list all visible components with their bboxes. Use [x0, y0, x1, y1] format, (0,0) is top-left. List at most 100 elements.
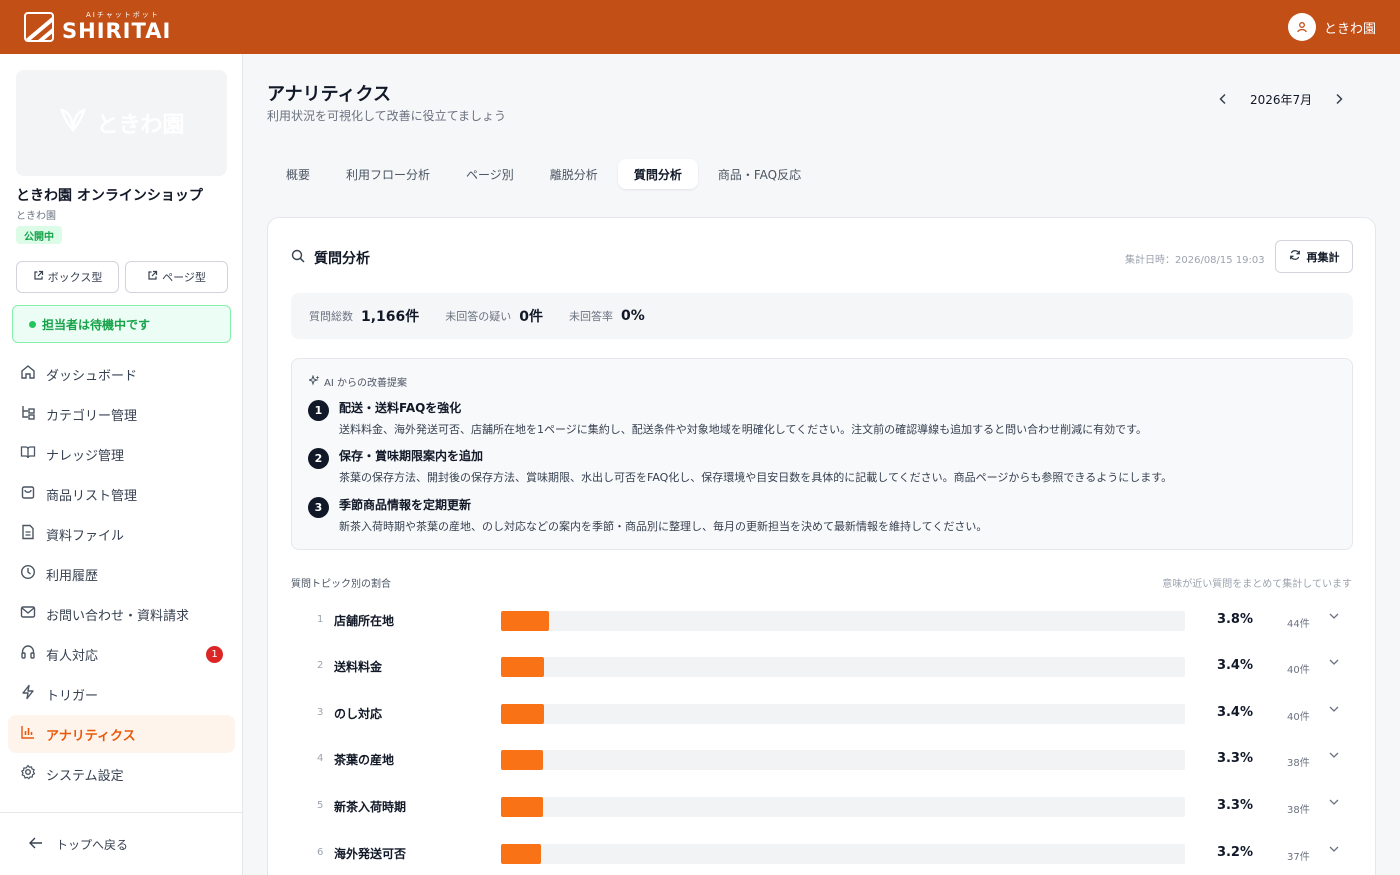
- tab-question-analysis[interactable]: 質問分析: [617, 159, 698, 189]
- chevron-down-icon[interactable]: [1329, 795, 1339, 810]
- chevron-right-icon[interactable]: [1334, 90, 1344, 109]
- file-icon: [20, 524, 36, 544]
- stats-bar: 質問総数 1,166件 未回答の疑い 0件 未回答率 0%: [291, 293, 1353, 339]
- box-type-label: ボックス型: [47, 271, 103, 284]
- topic-rank: 4: [317, 753, 324, 764]
- leaf-logo-icon: [58, 106, 88, 141]
- stat-suspected-unanswered: 未回答の疑い 0件: [445, 306, 543, 326]
- refresh-icon: [1289, 249, 1301, 264]
- topic-row[interactable]: 3 のし対応 3.4% 40件: [291, 702, 1353, 726]
- topic-count: 44件: [1287, 619, 1310, 630]
- analytics-tabs: 概要 利用フロー分析 ページ別 離脱分析 質問分析 商品・FAQ反応: [270, 159, 817, 189]
- sidebar-nav: ダッシュボード カテゴリー管理 ナレッジ管理 商品リスト管理 資料ファイル 利用…: [8, 355, 235, 795]
- sidebar-item-analytics[interactable]: アナリティクス: [8, 715, 235, 753]
- sidebar-item-dashboard[interactable]: ダッシュボード: [8, 355, 235, 393]
- topic-bar-track: [501, 844, 1185, 864]
- aggregation-timestamp: 集計日時：2026/08/15 19:03: [1125, 255, 1265, 266]
- recalculate-button[interactable]: 再集計: [1275, 240, 1353, 273]
- logo[interactable]: AIチャットボット SHIRITAI: [24, 12, 171, 42]
- chevron-down-icon[interactable]: [1329, 702, 1339, 717]
- stat-unanswered-rate: 未回答率 0%: [569, 308, 645, 324]
- topic-row[interactable]: 1 店舗所在地 3.8% 44件: [291, 609, 1353, 633]
- sidebar: ときわ園 ときわ園 オンラインショップ ときわ園 公開中 ボックス型 ページ型 …: [0, 54, 243, 875]
- topic-section-title: 質問トピック別の割合: [291, 579, 391, 590]
- external-link-icon: [33, 270, 44, 284]
- topic-name: 店舗所在地: [334, 614, 395, 628]
- chevron-down-icon[interactable]: [1329, 655, 1339, 670]
- tab-flow-analysis[interactable]: 利用フロー分析: [330, 159, 446, 189]
- chevron-down-icon[interactable]: [1329, 748, 1339, 763]
- topic-row[interactable]: 2 送料料金 3.4% 40件: [291, 655, 1353, 679]
- topic-bar-fill: [501, 657, 544, 677]
- page-title: アナリティクス: [267, 84, 392, 105]
- stat-value: 0件: [519, 309, 544, 325]
- topic-bar-track: [501, 657, 1185, 677]
- topic-percentage: 3.4%: [1216, 658, 1253, 673]
- topic-bar-fill: [501, 797, 543, 817]
- topic-rank: 6: [317, 847, 324, 858]
- page-subtitle: 利用状況を可視化して改善に役立てましょう: [267, 109, 507, 123]
- clock-icon: [20, 564, 36, 584]
- topic-count: 40件: [1287, 712, 1310, 723]
- sidebar-item-live-support[interactable]: 有人対応 1: [8, 635, 235, 673]
- page-type-label: ページ型: [162, 271, 206, 284]
- top-bar: AIチャットボット SHIRITAI ときわ園: [0, 0, 1400, 54]
- sidebar-item-files[interactable]: 資料ファイル: [8, 515, 235, 553]
- current-month: 2026年7月: [1250, 93, 1313, 107]
- chevron-left-icon[interactable]: [1218, 90, 1228, 109]
- topic-percentage: 3.8%: [1216, 612, 1253, 627]
- sparkle-icon: [307, 373, 320, 389]
- sidebar-item-inquiries[interactable]: お問い合わせ・資料請求: [8, 595, 235, 633]
- tab-product-faq-reaction[interactable]: 商品・FAQ反応: [702, 159, 817, 189]
- shop-subtitle: ときわ園: [16, 211, 56, 222]
- chart-icon: [20, 724, 36, 744]
- user-menu[interactable]: ときわ園: [1287, 13, 1376, 41]
- sidebar-item-categories[interactable]: カテゴリー管理: [8, 395, 235, 433]
- sidebar-item-knowledge[interactable]: ナレッジ管理: [8, 435, 235, 473]
- user-icon: [1287, 13, 1316, 41]
- page-type-button[interactable]: ページ型: [125, 261, 228, 293]
- topic-count: 37件: [1287, 852, 1310, 863]
- chevron-down-icon[interactable]: [1329, 609, 1339, 624]
- topic-percentage: 3.3%: [1216, 751, 1253, 766]
- user-name: ときわ園: [1323, 21, 1376, 37]
- sidebar-item-history[interactable]: 利用履歴: [8, 555, 235, 593]
- topic-row[interactable]: 6 海外発送可否 3.2% 37件: [291, 842, 1353, 866]
- sidebar-item-label: ダッシュボード: [46, 368, 138, 384]
- back-to-top-label: トップへ戻る: [56, 837, 129, 852]
- shop-image-text: ときわ園: [96, 113, 185, 138]
- sidebar-item-label: 資料ファイル: [46, 528, 125, 544]
- topic-rank: 1: [317, 614, 324, 625]
- topic-percentage: 3.4%: [1216, 705, 1253, 720]
- sidebar-item-triggers[interactable]: トリガー: [8, 675, 235, 713]
- stat-label: 未回答の疑い: [445, 310, 512, 323]
- topic-name: 海外発送可否: [334, 847, 407, 861]
- topic-rank: 2: [317, 660, 324, 671]
- topic-name: 茶葉の産地: [334, 753, 395, 767]
- topic-bar-fill: [501, 844, 542, 864]
- tab-exit-analysis[interactable]: 離脱分析: [534, 159, 614, 189]
- box-type-button[interactable]: ボックス型: [16, 261, 119, 293]
- suggestion-title: 季節商品情報を定期更新: [339, 498, 472, 512]
- stat-label: 未回答率: [569, 310, 614, 323]
- topic-row[interactable]: 5 新茶入荷時期 3.3% 38件: [291, 795, 1353, 819]
- agent-status-text: 担当者は待機中です: [42, 317, 151, 332]
- back-to-top-link[interactable]: トップへ戻る: [0, 812, 242, 875]
- sidebar-item-settings[interactable]: システム設定: [8, 755, 235, 793]
- topic-name: 送料料金: [334, 660, 383, 674]
- suggestion-title: 保存・賞味期限案内を追加: [339, 449, 484, 463]
- mail-icon: [20, 604, 36, 624]
- sidebar-item-label: 有人対応: [46, 648, 99, 664]
- tab-by-page[interactable]: ページ別: [450, 159, 530, 189]
- topic-bar-fill: [501, 611, 549, 631]
- sidebar-item-products[interactable]: 商品リスト管理: [8, 475, 235, 513]
- card-title: 質問分析: [314, 251, 370, 267]
- topic-rank: 3: [317, 707, 324, 718]
- topic-count: 38件: [1287, 758, 1310, 769]
- topic-bar-track: [501, 750, 1185, 770]
- tab-overview[interactable]: 概要: [270, 159, 326, 189]
- chevron-down-icon[interactable]: [1329, 842, 1339, 857]
- agent-status: 担当者は待機中です: [12, 305, 231, 343]
- topic-row[interactable]: 4 茶葉の産地 3.3% 38件: [291, 748, 1353, 772]
- category-icon: [20, 404, 36, 424]
